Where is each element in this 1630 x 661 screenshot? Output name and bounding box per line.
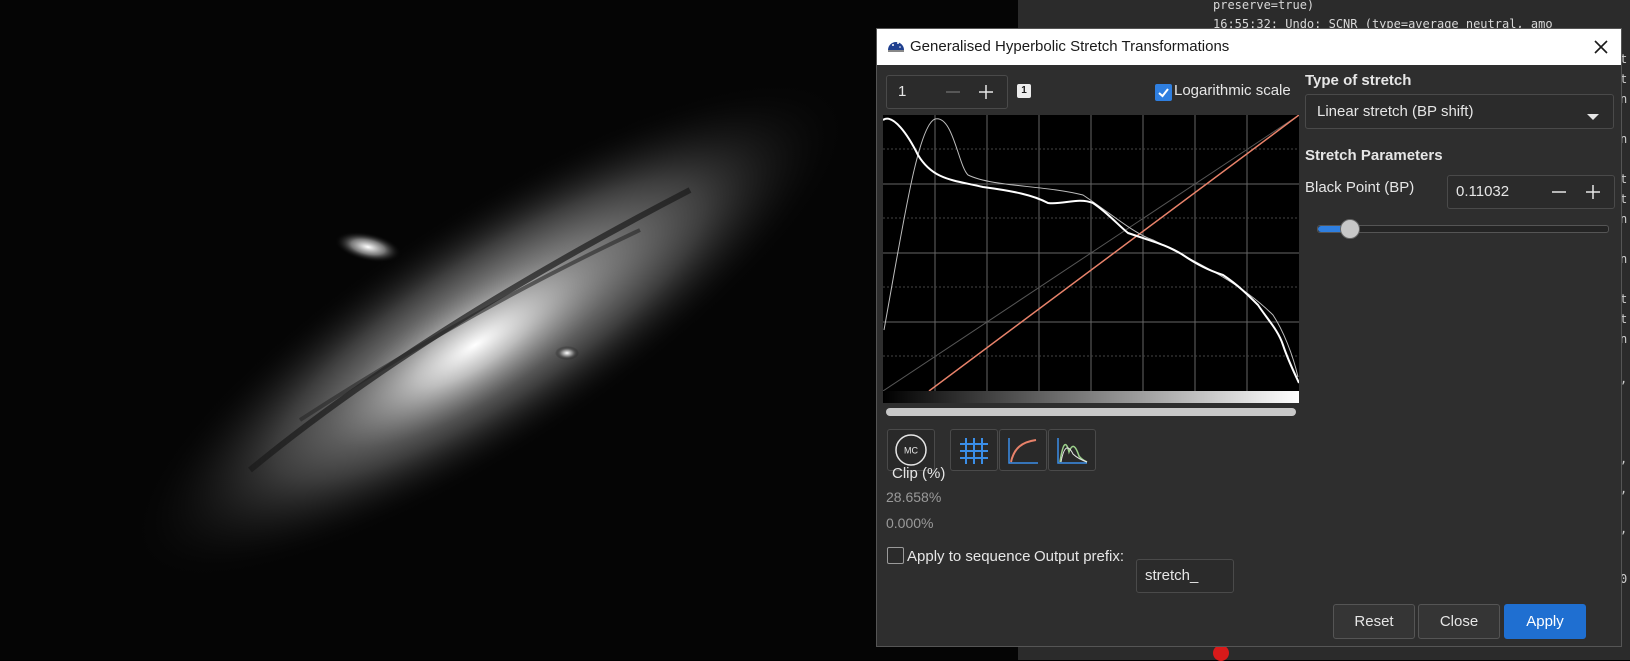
app-icon <box>887 37 905 59</box>
black-point-value: 0.11032 <box>1456 183 1510 200</box>
reset-button[interactable]: Reset <box>1333 604 1415 639</box>
close-icon[interactable] <box>1591 37 1611 57</box>
gradient-bar <box>883 391 1299 403</box>
apply-sequence-label: Apply to sequence <box>907 548 1031 565</box>
histogram-display[interactable] <box>882 114 1300 392</box>
stretch-type-value: Linear stretch (BP shift) <box>1317 103 1474 120</box>
clip-label: Clip (%) <box>892 465 946 482</box>
black-point-slider-handle[interactable] <box>1340 219 1360 239</box>
black-point-label: Black Point (BP) <box>1305 179 1415 196</box>
apply-button[interactable]: Apply <box>1504 604 1586 639</box>
black-point-slider[interactable] <box>1317 225 1609 233</box>
histogram-toggle-button[interactable] <box>1048 429 1096 471</box>
dialog-title: Generalised Hyperbolic Stretch Transform… <box>910 38 1230 55</box>
minus-icon[interactable] <box>1547 180 1571 208</box>
output-prefix-value: stretch_ <box>1145 567 1199 584</box>
plus-icon[interactable] <box>974 80 998 104</box>
mc-label: MC <box>904 446 918 456</box>
galaxy-image <box>131 80 849 580</box>
minus-icon[interactable] <box>941 80 965 104</box>
apply-sequence-checkbox[interactable] <box>887 547 904 564</box>
histogram-scrollbar[interactable] <box>886 408 1296 416</box>
channel-spinbox[interactable]: 1 <box>886 75 1008 109</box>
grid-icon <box>951 438 997 474</box>
histogram-icon <box>1049 438 1095 474</box>
close-button[interactable]: Close <box>1418 604 1500 639</box>
status-indicator <box>1213 645 1229 661</box>
clip-high-value: 0.000% <box>886 515 934 531</box>
log-scale-checkbox[interactable] <box>1155 84 1172 101</box>
image-canvas[interactable] <box>0 0 1020 660</box>
dialog-titlebar[interactable]: Generalised Hyperbolic Stretch Transform… <box>877 29 1621 65</box>
histogram-plot <box>882 114 1300 392</box>
channel-value: 1 <box>898 83 907 100</box>
type-of-stretch-heading: Type of stretch <box>1305 72 1412 89</box>
log-scale-label: Logarithmic scale <box>1174 82 1291 99</box>
stretch-params-heading: Stretch Parameters <box>1305 147 1443 164</box>
grid-toggle-button[interactable] <box>950 429 998 471</box>
output-prefix-field[interactable]: stretch_ <box>1136 559 1234 593</box>
black-point-spinbox[interactable]: 0.11032 <box>1447 175 1615 209</box>
channel-badge: 1 <box>1017 84 1031 98</box>
stretch-type-select[interactable]: Linear stretch (BP shift) <box>1305 94 1614 129</box>
chevron-down-icon <box>1586 107 1600 126</box>
curve-icon <box>1000 438 1046 474</box>
plus-icon[interactable] <box>1581 180 1605 208</box>
curve-toggle-button[interactable] <box>999 429 1047 471</box>
output-prefix-label: Output prefix: <box>1034 548 1125 565</box>
ghs-dialog: Generalised Hyperbolic Stretch Transform… <box>876 28 1622 647</box>
console-line: preserve=true) <box>1213 0 1315 12</box>
clip-low-value: 28.658% <box>886 489 942 505</box>
